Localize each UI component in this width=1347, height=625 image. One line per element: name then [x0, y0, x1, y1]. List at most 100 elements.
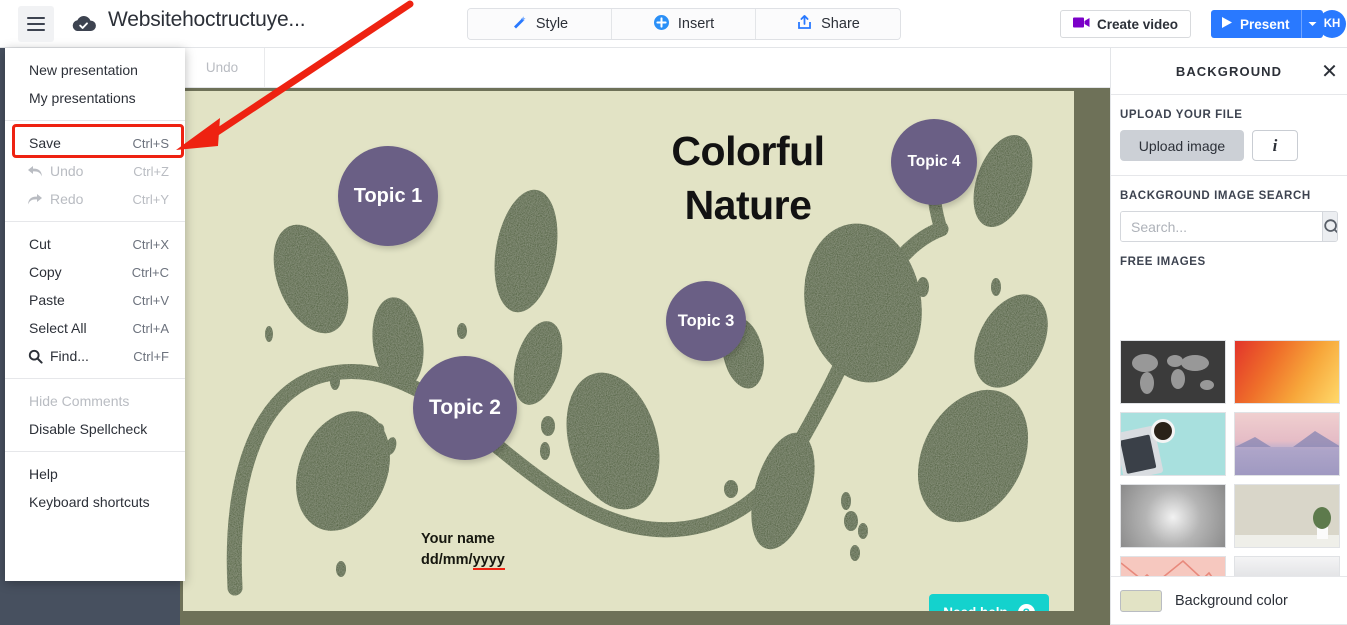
topic-bubble-2-label: Topic 2	[429, 396, 501, 419]
app-root: Undo Topic 1 Topic 2 Topic 3 Topic 4 Col…	[0, 0, 1347, 625]
menu-item-label: Hide Comments	[29, 393, 130, 409]
background-panel-title: BACKGROUND	[1175, 63, 1283, 79]
video-camera-icon	[1073, 16, 1090, 32]
menu-item-undo: Undo Ctrl+Z	[5, 157, 185, 185]
upload-section-label: UPLOAD YOUR FILE	[1120, 109, 1243, 121]
menu-item-save[interactable]: Save Ctrl+S	[5, 129, 185, 157]
menu-item-help[interactable]: Help	[5, 460, 185, 488]
menu-separator	[5, 221, 185, 222]
menu-item-my-presentations[interactable]: My presentations	[5, 84, 185, 112]
menu-item-find[interactable]: Find... Ctrl+F	[5, 342, 185, 370]
menu-item-copy[interactable]: Copy Ctrl+C	[5, 258, 185, 286]
background-search-input[interactable]	[1121, 212, 1322, 241]
main-menu-dropdown[interactable]: New presentation My presentations Save Ctrl…	[5, 48, 185, 581]
magic-wand-icon	[511, 14, 528, 35]
menu-item-shortcut: Ctrl+C	[131, 264, 169, 280]
question-mark-icon: ?	[1017, 604, 1035, 611]
insert-button[interactable]: Insert	[612, 9, 756, 39]
menu-item-label: Paste	[29, 292, 65, 308]
style-button-label: Style	[535, 16, 569, 32]
info-button[interactable]: i	[1252, 130, 1298, 161]
thumbnail-world-map-dark[interactable]	[1120, 340, 1226, 404]
footer-date-misspelled: yyyy	[472, 552, 505, 571]
menu-item-select-all[interactable]: Select All Ctrl+A	[5, 314, 185, 342]
thumbnail-pink-lines[interactable]	[1120, 556, 1226, 576]
play-triangle-icon	[1221, 16, 1233, 32]
share-button-label: Share	[821, 16, 860, 32]
menu-item-keyboard-shortcuts[interactable]: Keyboard shortcuts	[5, 488, 185, 516]
undo-toolbar-button[interactable]: Undo	[180, 48, 265, 87]
topic-bubble-1-label: Topic 1	[353, 184, 423, 207]
menu-item-label: Cut	[29, 236, 51, 252]
center-toolbar-group: Style Insert Share	[467, 8, 901, 40]
menu-item-shortcut: Ctrl+Y	[132, 191, 169, 207]
free-images-grid[interactable]	[1120, 340, 1340, 576]
share-button[interactable]: Share	[756, 9, 900, 39]
top-toolbar: Websitehoctructuye... Style Insert Share…	[0, 0, 1347, 48]
menu-item-cut[interactable]: Cut Ctrl+X	[5, 230, 185, 258]
style-button[interactable]: Style	[468, 9, 612, 39]
need-help-button[interactable]: Need help ?	[929, 594, 1049, 611]
menu-item-label: Keyboard shortcuts	[29, 494, 150, 510]
topic-bubble-2[interactable]: Topic 2	[413, 356, 517, 460]
search-icon[interactable]	[1322, 212, 1337, 241]
menu-item-label: Copy	[29, 264, 62, 280]
search-icon	[27, 348, 43, 364]
menu-item-disable-spellcheck[interactable]: Disable Spellcheck	[5, 415, 185, 443]
thumbnail-plant-white-room[interactable]	[1234, 484, 1340, 548]
menu-item-label: Select All	[29, 320, 87, 336]
menu-item-label: Disable Spellcheck	[29, 421, 148, 437]
footer-date: dd/mm/yyyy	[421, 550, 505, 571]
document-title[interactable]: Websitehoctructuye...	[108, 8, 306, 32]
insert-button-label: Insert	[677, 16, 715, 32]
menu-item-label: Help	[29, 466, 58, 482]
menu-item-label: Redo	[50, 191, 84, 207]
present-button[interactable]: Present	[1211, 10, 1301, 38]
plus-circle-icon	[653, 14, 670, 35]
menu-item-new-presentation[interactable]: New presentation	[5, 56, 185, 84]
free-images-label: FREE IMAGES	[1120, 256, 1206, 268]
upload-image-label: Upload image	[1138, 137, 1226, 154]
background-panel: BACKGROUND ✕ UPLOAD YOUR FILE Upload ima…	[1110, 48, 1347, 625]
menu-item-label: My presentations	[29, 90, 136, 106]
upload-image-button[interactable]: Upload image	[1120, 130, 1244, 161]
undo-toolbar-label: Undo	[205, 60, 239, 75]
hamburger-bar	[27, 29, 45, 31]
menu-item-shortcut: Ctrl+V	[132, 292, 169, 308]
thumbnail-orange-gradient[interactable]	[1234, 340, 1340, 404]
slide-footer-text[interactable]: Your name dd/mm/yyyy	[421, 529, 505, 571]
menu-item-shortcut: Ctrl+A	[132, 320, 169, 336]
present-button-group[interactable]: Present	[1211, 10, 1323, 38]
info-icon-label: i	[1272, 135, 1278, 155]
topic-bubble-3[interactable]: Topic 3	[666, 281, 746, 361]
background-color-label: Background color	[1175, 592, 1288, 609]
user-avatar[interactable]: KH	[1318, 10, 1346, 38]
redo-arrow-icon	[27, 191, 43, 207]
slide-title-line-2: Nature	[684, 182, 812, 229]
thumbnail-gray-radial[interactable]	[1120, 484, 1226, 548]
slide[interactable]: Topic 1 Topic 2 Topic 3 Topic 4 Colorful…	[183, 91, 1074, 611]
search-row	[1120, 211, 1338, 242]
undo-arrow-icon	[27, 163, 43, 179]
background-color-row[interactable]: Background color	[1111, 576, 1347, 624]
hamburger-menu-icon[interactable]	[18, 6, 54, 42]
thumbnail-laptop-coffee-mint[interactable]	[1120, 412, 1226, 476]
thumbnail-mountain-lake-sunset[interactable]	[1234, 412, 1340, 476]
menu-item-paste[interactable]: Paste Ctrl+V	[5, 286, 185, 314]
create-video-button[interactable]: Create video	[1060, 10, 1192, 38]
footer-date-prefix: dd/mm/	[421, 552, 473, 569]
menu-item-hide-comments: Hide Comments	[5, 387, 185, 415]
background-color-swatch[interactable]	[1120, 589, 1162, 612]
topic-bubble-4[interactable]: Topic 4	[891, 119, 977, 205]
topic-bubble-4-label: Topic 4	[907, 153, 961, 170]
image-search-section: BACKGROUND IMAGE SEARCH FREE IMAGES	[1111, 176, 1347, 268]
close-x-icon[interactable]: ✕	[1319, 60, 1341, 83]
menu-item-label: Save	[29, 135, 61, 151]
slide-title[interactable]: Colorful Nature	[618, 124, 878, 232]
thumbnail-gray-blur[interactable]	[1234, 556, 1340, 576]
menu-item-label: New presentation	[29, 62, 138, 78]
slide-canvas-area[interactable]: Topic 1 Topic 2 Topic 3 Topic 4 Colorful…	[180, 88, 1110, 625]
image-search-label: BACKGROUND IMAGE SEARCH	[1120, 190, 1311, 202]
topic-bubble-1[interactable]: Topic 1	[338, 146, 438, 246]
menu-item-shortcut: Ctrl+Z	[133, 163, 169, 179]
